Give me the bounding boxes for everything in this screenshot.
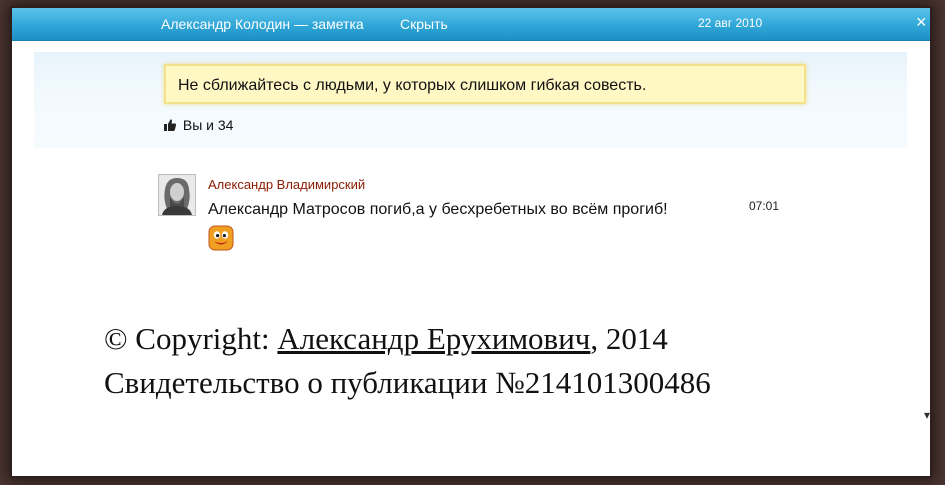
quote-text: Не сближайтесь с людьми, у которых слишк… xyxy=(178,77,647,94)
publication-certificate: Свидетельство о публикации №214101300486 xyxy=(104,365,711,400)
copyright-prefix: © Copyright: xyxy=(104,321,278,356)
scroll-arrow-icon[interactable]: ▾ xyxy=(924,408,930,422)
comment-text: Александр Матросов погиб,а у бесхребетны… xyxy=(208,201,668,218)
close-icon[interactable]: × xyxy=(916,13,927,31)
user-avatar[interactable] xyxy=(158,174,196,216)
note-title[interactable]: Александр Колодин — заметка xyxy=(161,16,364,32)
note-window: Александр Колодин — заметка Скрыть 22 ав… xyxy=(12,8,930,476)
copyright-author-link[interactable]: Александр Ерухимович xyxy=(277,321,590,356)
comment-item: Александр Владимирский Александр Матросо… xyxy=(158,174,798,254)
note-body: Не сближайтесь с людьми, у которых слишк… xyxy=(34,52,907,148)
copyright-line: © Copyright: Александр Ерухимович, 2014 xyxy=(104,317,711,361)
likes-count[interactable]: Вы и 34 xyxy=(183,117,234,133)
note-header-bar: Александр Колодин — заметка Скрыть 22 ав… xyxy=(12,8,930,41)
quote-box: Не сближайтесь с людьми, у которых слишк… xyxy=(164,64,806,104)
thumbs-up-icon[interactable] xyxy=(163,118,177,132)
comment-time: 07:01 xyxy=(749,199,780,213)
copyright-block: © Copyright: Александр Ерухимович, 2014 … xyxy=(104,317,711,405)
comment-author-link[interactable]: Александр Владимирский xyxy=(208,177,365,192)
hide-link[interactable]: Скрыть xyxy=(400,16,448,32)
note-date: 22 авг 2010 xyxy=(698,16,763,30)
likes-row[interactable]: Вы и 34 xyxy=(163,117,233,133)
smiley-emoticon-icon xyxy=(208,225,234,251)
copyright-year: , 2014 xyxy=(590,321,668,356)
